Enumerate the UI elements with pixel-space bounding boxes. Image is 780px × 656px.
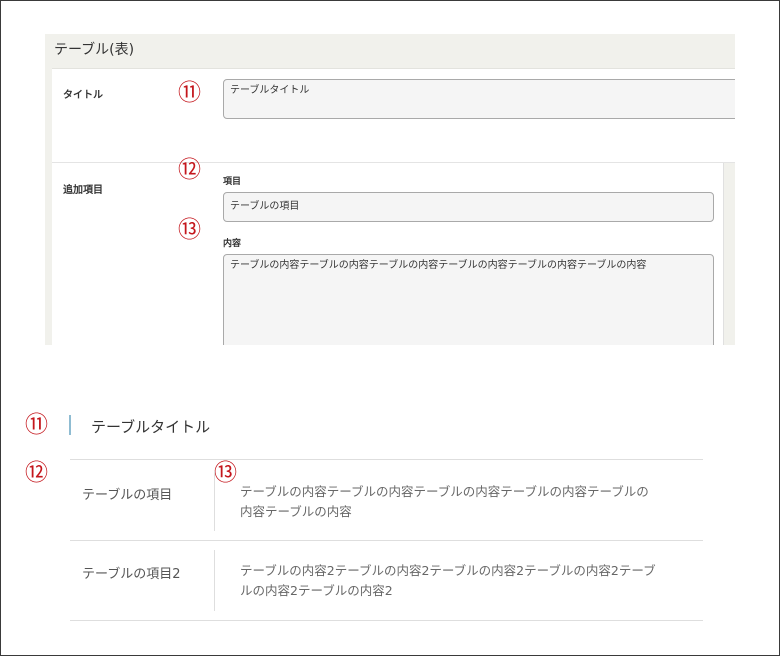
- row-divider: [52, 162, 735, 163]
- title-accent-bar: [69, 415, 71, 435]
- marker-12-preview: ⑫: [25, 460, 48, 486]
- editor-body: タイトル テーブルタイトル 追加項目 項目 テーブルの項目 内容 テーブルの内容…: [52, 68, 735, 345]
- table-block-editor: テーブル(表) タイトル テーブルタイトル 追加項目 項目 テーブルの項目 内容…: [45, 34, 735, 345]
- column-divider: [214, 550, 215, 611]
- title-label: タイトル: [63, 90, 103, 101]
- column-divider: [214, 471, 215, 531]
- marker-13-preview: ⑬: [214, 460, 237, 486]
- side-strip: [723, 163, 735, 345]
- section-title: テーブル(表): [54, 42, 135, 58]
- table-border-top: [70, 459, 703, 460]
- item-field-label: 項目: [223, 177, 242, 187]
- preview-table-title: テーブルタイトル: [91, 418, 211, 436]
- marker-11-admin: ⑪: [178, 80, 201, 106]
- marker-11-preview: ⑪: [25, 412, 48, 438]
- marker-13-admin: ⑬: [178, 217, 201, 243]
- row-divider-line: [70, 540, 703, 541]
- content-textarea[interactable]: テーブルの内容テーブルの内容テーブルの内容テーブルの内容テーブルの内容テーブルの…: [223, 254, 714, 345]
- table-border-bottom: [70, 620, 703, 621]
- table-row-content: テーブルの内容テーブルの内容テーブルの内容テーブルの内容テーブルの 内容テーブル…: [240, 482, 695, 522]
- table-row-head: テーブルの項目: [82, 488, 173, 503]
- table-row-head: テーブルの項目2: [82, 567, 181, 582]
- marker-12-admin: ⑫: [178, 157, 201, 183]
- content-line: 内容テーブルの内容: [240, 504, 352, 519]
- table-row-content: テーブルの内容2テーブルの内容2テーブルの内容2テーブルの内容2テーブ ルの内容…: [240, 561, 695, 601]
- content-textarea-value: テーブルの内容テーブルの内容テーブルの内容テーブルの内容テーブルの内容テーブルの…: [230, 260, 647, 271]
- content-line: テーブルの内容テーブルの内容テーブルの内容テーブルの内容テーブルの: [240, 484, 649, 499]
- table-title-input[interactable]: テーブルタイトル: [223, 79, 735, 119]
- extra-items-label: 追加項目: [63, 185, 103, 196]
- item-input[interactable]: テーブルの項目: [223, 192, 714, 222]
- content-field-label: 内容: [223, 239, 242, 249]
- content-line: テーブルの内容2テーブルの内容2テーブルの内容2テーブルの内容2テーブ: [240, 563, 656, 578]
- content-line: ルの内容2テーブルの内容2: [240, 583, 393, 598]
